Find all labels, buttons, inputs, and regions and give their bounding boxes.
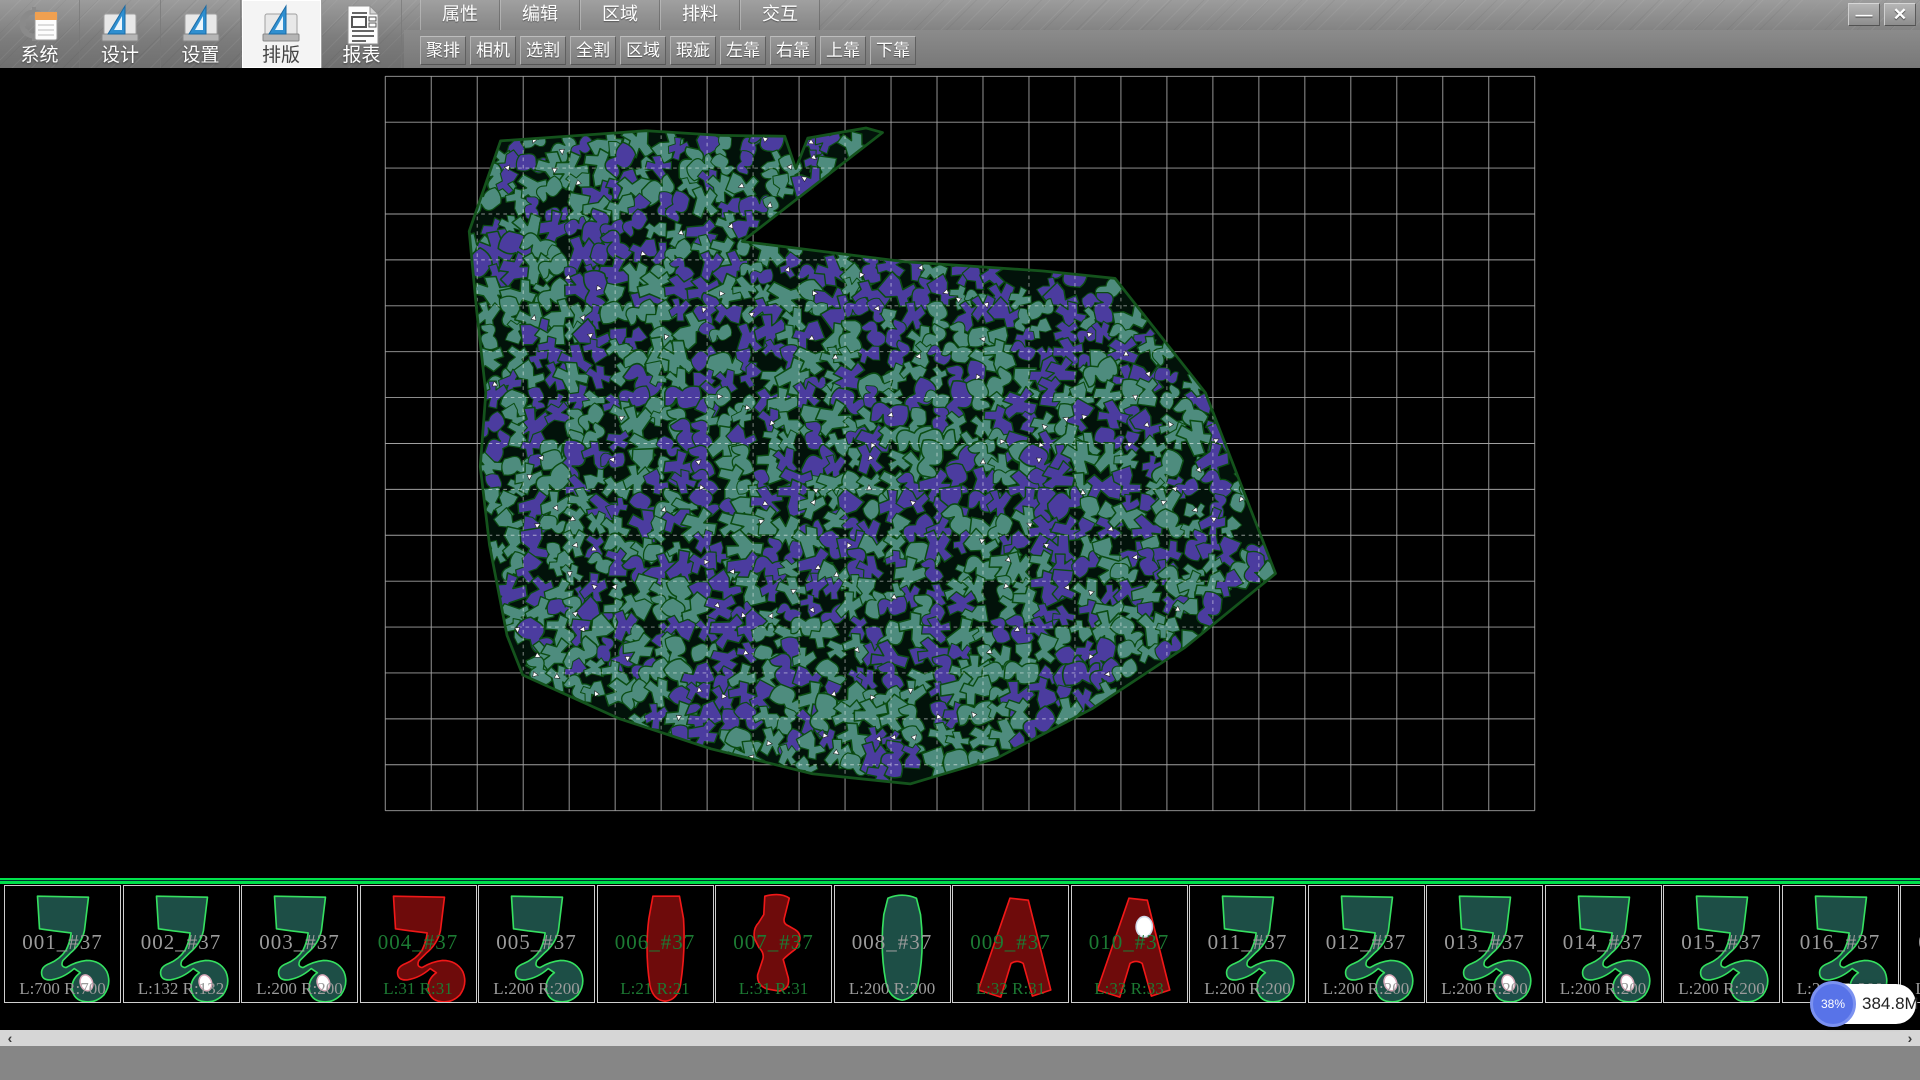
piece-lr-label: L:21 R:21 [598,979,713,999]
top-toolbar: 系统设计设置排版报表 属性编辑区域排料交互 聚排相机选割全割区域瑕疵左靠右靠上靠… [0,0,1920,68]
bottom-band [0,1046,1920,1080]
piece-thumbnail-011_#37[interactable]: 011_#37 L:200 R:200 [1189,885,1306,1003]
window-controls: — ✕ [1848,3,1916,26]
launcher-button-2[interactable]: 设计 [81,0,161,68]
progress-percent: 38% [1821,997,1845,1011]
piece-lr-label: L:32 R:31 [953,979,1068,999]
tool-button-5[interactable]: 区域 [620,36,666,65]
strip-top-border [0,878,1920,884]
piece-id-label: 004_#37 [361,930,476,955]
menu-tab-3[interactable]: 区域 [580,0,660,30]
piece-lr-label: L:200 R:200 [1427,979,1542,999]
piece-id-label: 015_#37 [1664,930,1779,955]
launcher-button-5[interactable]: 报表 [322,0,402,68]
scroll-left-arrow[interactable]: ‹ [2,1030,18,1046]
tool-button-row: 聚排相机选割全割区域瑕疵左靠右靠上靠下靠 [420,32,916,68]
menu-tab-1[interactable]: 属性 [420,0,500,30]
piece-lr-label: L:200 R:200 [1190,979,1305,999]
piece-lr-label: L:132 R:132 [124,979,239,999]
horizontal-scrollbar[interactable]: ‹ › [0,1030,1920,1046]
piece-lr-label: L:31 R:31 [716,979,831,999]
piece-thumbnail-013_#37[interactable]: 013_#37 L:200 R:200 [1426,885,1543,1003]
nesting-canvas[interactable] [0,68,1920,878]
tool-button-3[interactable]: 选割 [520,36,566,65]
piece-lr-label: L:200 R:200 [835,979,950,999]
piece-id-label: 012_#37 [1309,930,1424,955]
piece-lr-label: L:200 R:200 [1664,979,1779,999]
tool-button-4[interactable]: 全割 [570,36,616,65]
piece-id-label: 011_#37 [1190,930,1305,955]
piece-id-label: 003_#37 [242,930,357,955]
piece-thumbnail-008_#37[interactable]: 008_#37 L:200 R:200 [834,885,951,1003]
launcher-button-4[interactable]: 排版 [242,0,322,68]
tool-button-8[interactable]: 右靠 [770,36,816,65]
close-button[interactable]: ✕ [1884,3,1916,26]
launcher-label: 系统 [20,46,58,66]
launcher-label: 排版 [262,46,300,66]
piece-thumbnail-014_#37[interactable]: 014_#37 L:200 R:200 [1545,885,1662,1003]
tool-button-10[interactable]: 下靠 [870,36,916,65]
piece-thumbnail-006_#37[interactable]: 006_#37 L:21 R:21 [597,885,714,1003]
piece-lr-label: L:200 R:200 [1546,979,1661,999]
download-size: 384.8M [1862,984,1919,1024]
launcher-button-1[interactable]: 系统 [0,0,80,68]
piece-id-label: 007_#37 [716,930,831,955]
launcher-label: 设置 [181,46,219,66]
menu-tab-bar: 属性编辑区域排料交互 [420,0,820,30]
piece-thumbnail-strip: 001_#37L:700 R:700002_#37L:132 R:132003_… [0,878,1920,1030]
piece-id-label: 013_#37 [1427,930,1542,955]
menu-tab-4[interactable]: 排料 [660,0,740,30]
piece-id-label: 017_#37 [1901,930,1920,955]
piece-thumbnail-010_#37[interactable]: 010_#37 L:33 R:33 [1071,885,1188,1003]
progress-circle: 38% [1810,981,1856,1027]
piece-id-label: 014_#37 [1546,930,1661,955]
piece-id-label: 005_#37 [479,930,594,955]
piece-thumbnail-001_#37[interactable]: 001_#37 L:700 R:700 [4,885,121,1003]
tool-button-2[interactable]: 相机 [470,36,516,65]
piece-id-label: 008_#37 [835,930,950,955]
canvas-svg [0,68,1920,878]
tool-button-1[interactable]: 聚排 [420,36,466,65]
ruler-icon [179,4,223,46]
piece-id-label: 002_#37 [124,930,239,955]
piece-lr-label: L:31 R:31 [361,979,476,999]
piece-lr-label: L:200 R:200 [242,979,357,999]
launcher-label: 设计 [101,46,139,66]
menu-tab-5[interactable]: 交互 [740,0,820,30]
piece-thumbnail-005_#37[interactable]: 005_#37 L:200 R:200 [478,885,595,1003]
piece-thumbnail-003_#37[interactable]: 003_#37 L:200 R:200 [241,885,358,1003]
piece-thumbnail-004_#37[interactable]: 004_#37 L:31 R:31 [360,885,477,1003]
piece-id-label: 016_#37 [1783,930,1898,955]
ruler-icon [98,4,142,46]
menu-tab-2[interactable]: 编辑 [500,0,580,30]
piece-lr-label: L:200 R:200 [1309,979,1424,999]
piece-id-label: 010_#37 [1072,930,1187,955]
piece-thumbnail-015_#37[interactable]: 015_#37 L:200 R:200 [1663,885,1780,1003]
piece-lr-label: L:33 R:33 [1072,979,1187,999]
piece-thumbnail-009_#37[interactable]: 009_#37 L:32 R:31 [952,885,1069,1003]
ruler-icon [259,4,303,46]
piece-lr-label: L:200 R:200 [479,979,594,999]
piece-id-label: 001_#37 [5,930,120,955]
launcher-button-3[interactable]: 设置 [161,0,241,68]
minimize-button[interactable]: — [1848,3,1880,26]
report-icon [340,4,384,46]
piece-id-label: 009_#37 [953,930,1068,955]
tool-button-9[interactable]: 上靠 [820,36,866,65]
gear-icon [18,4,62,46]
application-window: 系统设计设置排版报表 属性编辑区域排料交互 聚排相机选割全割区域瑕疵左靠右靠上靠… [0,0,1920,1080]
download-progress-badge[interactable]: 38% 384.8M [1812,984,1916,1024]
tool-button-6[interactable]: 瑕疵 [670,36,716,65]
piece-thumbnail-002_#37[interactable]: 002_#37 L:132 R:132 [123,885,240,1003]
piece-id-label: 006_#37 [598,930,713,955]
piece-thumbnail-007_#37[interactable]: 007_#37 L:31 R:31 [715,885,832,1003]
scroll-right-arrow[interactable]: › [1902,1030,1918,1046]
tool-button-7[interactable]: 左靠 [720,36,766,65]
launcher-label: 报表 [342,46,380,66]
piece-lr-label: L:700 R:700 [5,979,120,999]
piece-thumbnail-012_#37[interactable]: 012_#37 L:200 R:200 [1308,885,1425,1003]
